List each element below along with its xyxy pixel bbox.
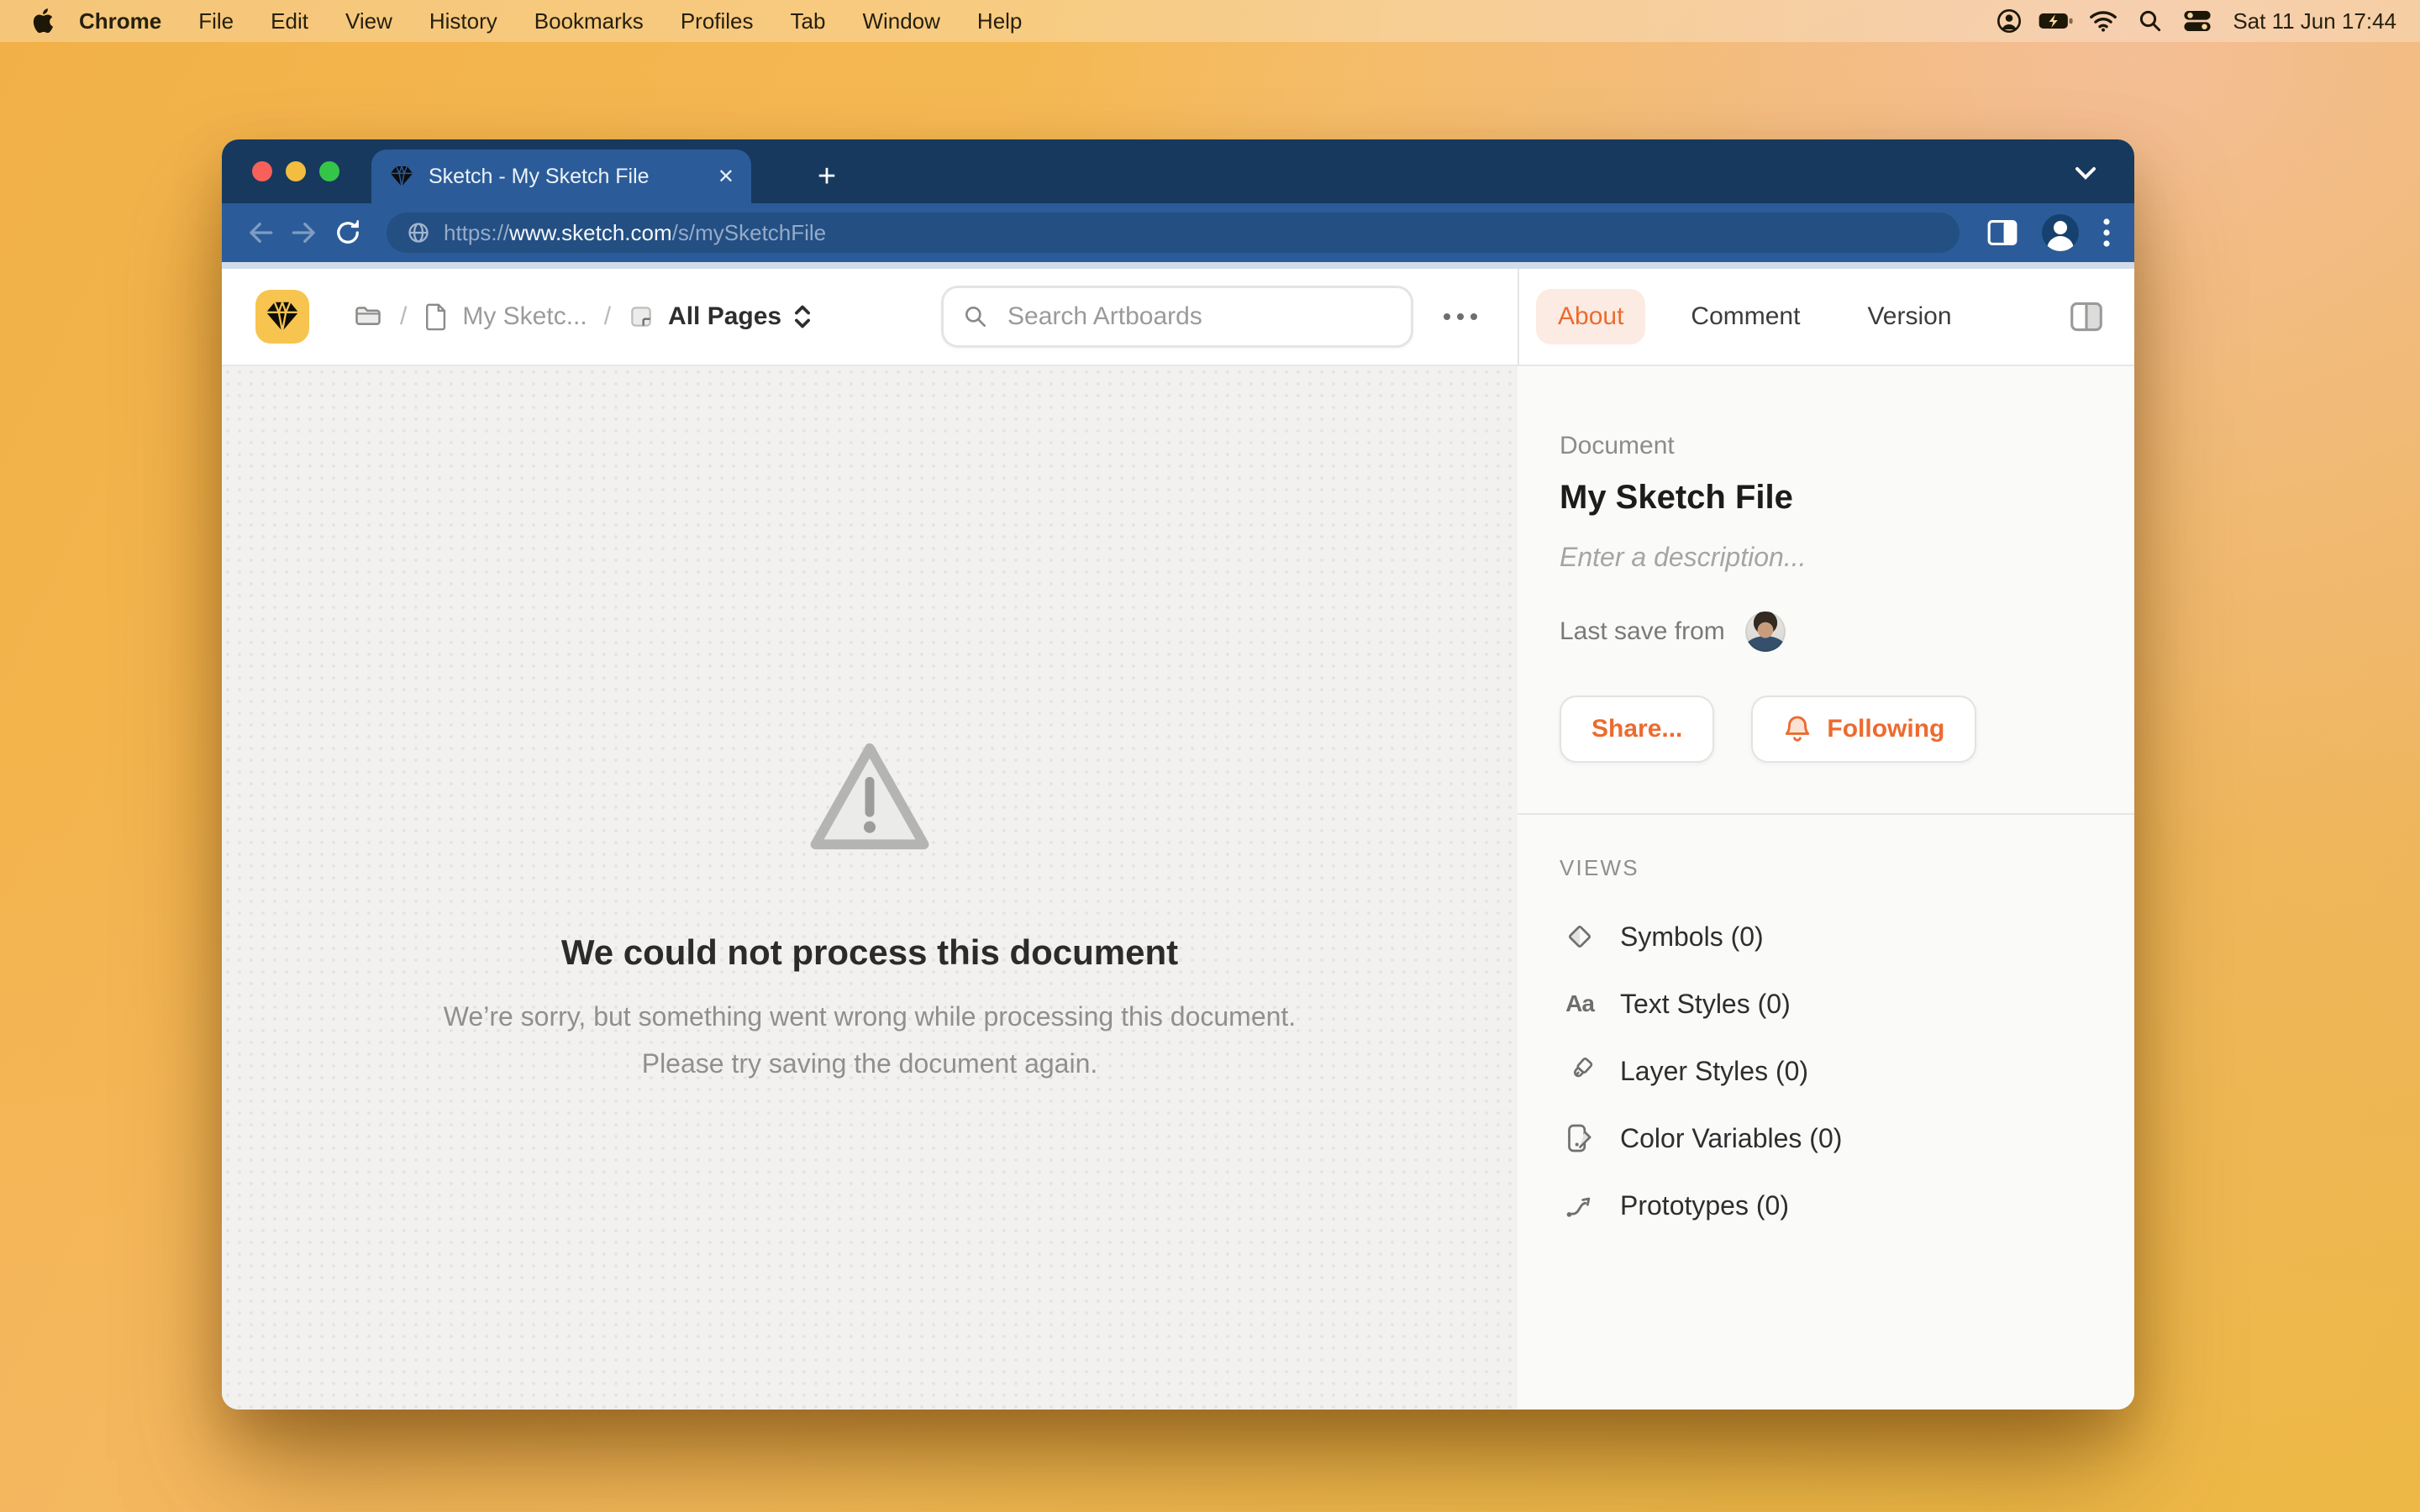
menu-file[interactable]: File (180, 0, 252, 42)
project-folder-icon[interactable] (353, 302, 383, 332)
pages-selector-label[interactable]: All Pages (668, 302, 781, 331)
share-button[interactable]: Share... (1560, 696, 1714, 763)
sketch-toolbar: / My Sketc... / All Pages (222, 269, 2134, 366)
macos-menu-bar: Chrome File Edit View History Bookmarks … (0, 0, 2420, 42)
forward-button[interactable] (282, 211, 326, 255)
tab-comment[interactable]: Comment (1669, 289, 1822, 344)
views-list: Symbols (0) Aa Text Styles (0) Layer Sty… (1560, 903, 2092, 1239)
error-message: We’re sorry, but something went wrong wh… (444, 993, 1296, 1087)
document-section-label: Document (1560, 432, 2092, 460)
bell-icon (1783, 714, 1812, 744)
layer-styles-icon (1560, 1054, 1600, 1088)
document-file-icon (424, 302, 449, 331)
url-text: https://www.sketch.com/s/mySketchFile (444, 220, 826, 246)
error-line-2: Please try saving the document again. (444, 1040, 1296, 1087)
url-path: /s/mySketchFile (672, 220, 827, 245)
zoom-window-button[interactable] (319, 161, 339, 181)
about-panel: Document My Sketch File Enter a descript… (1518, 366, 2134, 1410)
text-styles-icon: Aa (1560, 990, 1600, 1017)
browser-menu-kebab-icon[interactable] (2102, 218, 2111, 248)
reload-button[interactable] (326, 211, 370, 255)
breadcrumb-file-name[interactable]: My Sketc... (462, 302, 587, 331)
menu-help[interactable]: Help (959, 0, 1040, 42)
error-title: We could not process this document (561, 932, 1178, 973)
browser-tab[interactable]: Sketch - My Sketch File ✕ (371, 150, 751, 203)
tab-close-icon[interactable]: ✕ (718, 165, 734, 189)
search-icon (962, 303, 989, 330)
tab-search-chevron-icon[interactable] (2074, 156, 2097, 187)
last-save-label: Last save from (1560, 617, 1725, 646)
menu-profiles[interactable]: Profiles (662, 0, 772, 42)
apple-menu-icon[interactable] (24, 6, 60, 36)
page-top-band (222, 262, 2134, 269)
control-center-icon[interactable] (2179, 6, 2216, 36)
sketch-favicon-icon (388, 163, 415, 190)
browser-window: Sketch - My Sketch File ✕ + (222, 139, 2134, 1410)
panel-toggle-icon[interactable] (2069, 301, 2104, 333)
pages-selector-chevrons-icon[interactable] (793, 303, 812, 330)
desktop: Chrome File Edit View History Bookmarks … (0, 0, 2420, 1512)
url-domain: www.sketch.com (509, 220, 672, 245)
view-item-layer-styles[interactable]: Layer Styles (0) (1560, 1037, 2092, 1105)
address-bar[interactable]: https://www.sketch.com/s/mySketchFile (387, 213, 1960, 253)
following-label: Following (1827, 715, 1944, 743)
battery-charging-icon[interactable] (2038, 6, 2075, 36)
menu-window[interactable]: Window (844, 0, 958, 42)
search-artboards-input[interactable] (1004, 301, 1364, 333)
breadcrumb: / My Sketc... / All Pages (353, 302, 812, 332)
wifi-icon[interactable] (2085, 6, 2122, 36)
browser-profile-avatar[interactable] (2042, 214, 2079, 251)
url-scheme: https:// (444, 220, 509, 245)
tab-title: Sketch - My Sketch File (429, 165, 704, 189)
menu-view[interactable]: View (327, 0, 411, 42)
minimize-window-button[interactable] (286, 161, 306, 181)
user-account-icon[interactable] (1991, 6, 2028, 36)
menu-clock[interactable]: Sat 11 Jun 17:44 (2233, 8, 2396, 34)
view-item-symbols[interactable]: Symbols (0) (1560, 903, 2092, 970)
menu-history[interactable]: History (411, 0, 516, 42)
menu-tab[interactable]: Tab (772, 0, 844, 42)
error-line-1: We’re sorry, but something went wrong wh… (444, 993, 1296, 1040)
color-variables-icon (1560, 1121, 1600, 1155)
warning-triangle-icon (806, 741, 934, 858)
view-item-text-styles[interactable]: Aa Text Styles (0) (1560, 970, 2092, 1037)
browser-toolbar: https://www.sketch.com/s/mySketchFile (222, 203, 2134, 262)
sketch-logo[interactable] (255, 290, 309, 344)
side-panel-icon[interactable] (1986, 218, 2018, 247)
last-save-avatar (1745, 612, 1786, 652)
tab-strip: Sketch - My Sketch File ✕ + (222, 139, 2134, 203)
breadcrumb-separator: / (604, 302, 611, 331)
view-item-prototypes[interactable]: Prototypes (0) (1560, 1172, 2092, 1239)
site-info-globe-icon[interactable] (407, 221, 430, 244)
spotlight-search-icon[interactable] (2132, 6, 2169, 36)
breadcrumb-separator: / (400, 302, 407, 331)
symbols-icon (1560, 920, 1600, 953)
description-placeholder[interactable]: Enter a description... (1560, 542, 2092, 573)
view-item-color-variables[interactable]: Color Variables (0) (1560, 1105, 2092, 1172)
panel-tab-bar: About Comment Version (1518, 269, 2134, 365)
canvas-area: We could not process this document We’re… (222, 366, 1518, 1410)
more-options-icon[interactable] (1444, 313, 1477, 320)
tab-version[interactable]: Version (1845, 289, 1973, 344)
views-section-label: VIEWS (1560, 855, 2092, 881)
search-artboards-box[interactable] (941, 286, 1413, 348)
document-title: My Sketch File (1560, 479, 2092, 517)
pages-thumbnail-icon (628, 303, 655, 330)
close-window-button[interactable] (252, 161, 272, 181)
back-button[interactable] (239, 211, 282, 255)
prototypes-icon (1560, 1189, 1600, 1222)
menu-app-name[interactable]: Chrome (60, 0, 180, 42)
following-button[interactable]: Following (1751, 696, 1976, 763)
menu-edit[interactable]: Edit (252, 0, 327, 42)
tab-about[interactable]: About (1536, 289, 1645, 344)
new-tab-button[interactable]: + (802, 150, 852, 203)
menu-bookmarks[interactable]: Bookmarks (516, 0, 662, 42)
sidebar-divider (1518, 813, 2134, 815)
